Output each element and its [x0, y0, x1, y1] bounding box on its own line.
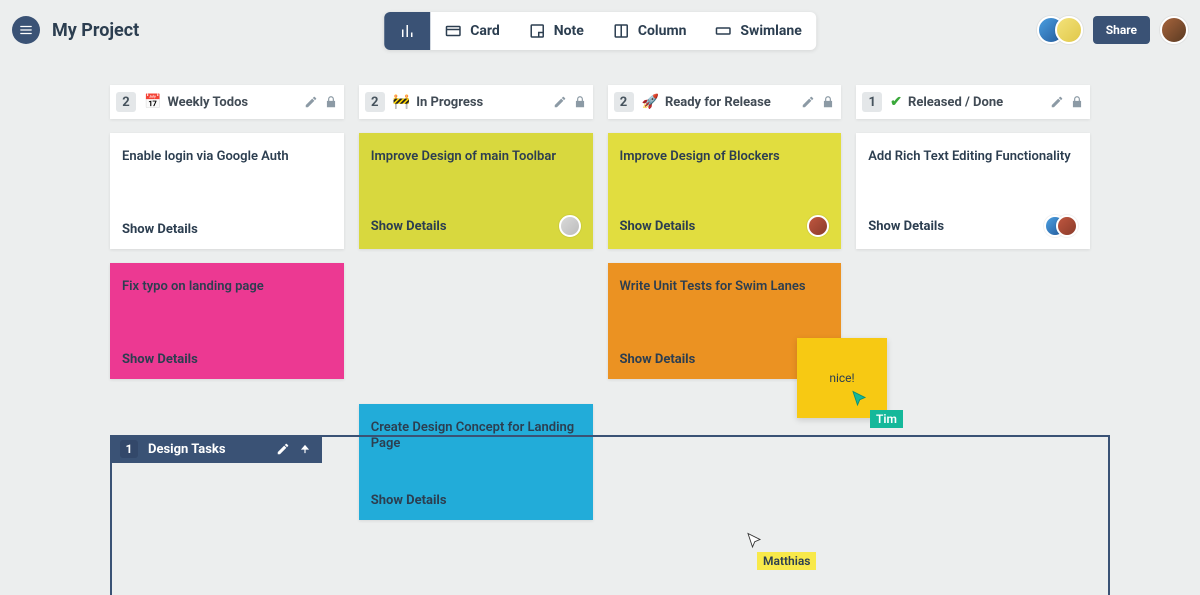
show-details-link[interactable]: Show Details: [868, 219, 944, 234]
construction-icon: 🚧: [393, 94, 410, 110]
column-title-text: Weekly Todos: [167, 95, 248, 110]
cursor-icon: [850, 390, 868, 408]
column-title: 🚧 In Progress: [393, 94, 545, 110]
lock-icon[interactable]: [573, 95, 587, 109]
column-actions: [553, 95, 587, 109]
show-details-link[interactable]: Show Details: [371, 493, 447, 508]
current-user-avatar[interactable]: [1160, 16, 1188, 44]
lock-icon[interactable]: [1070, 95, 1084, 109]
column-title-text: Ready for Release: [665, 95, 771, 110]
column-title-text: In Progress: [416, 95, 483, 110]
edit-icon[interactable]: [304, 95, 318, 109]
share-button[interactable]: Share: [1093, 16, 1150, 44]
card[interactable]: Improve Design of main Toolbar Show Deta…: [359, 133, 593, 249]
column-header[interactable]: 2 🚀 Ready for Release: [608, 85, 842, 119]
column-actions: [304, 95, 338, 109]
toolbar-note[interactable]: Note: [514, 12, 598, 50]
cursor-icon: [745, 532, 763, 550]
swimlane-title: Design Tasks: [148, 442, 226, 457]
column-header[interactable]: 2 📅 Weekly Todos: [110, 85, 344, 119]
column-ready-for-release: 2 🚀 Ready for Release Improve Design of …: [608, 85, 842, 520]
view-toolbar: Card Note Column Swimlane: [384, 12, 816, 50]
column-count: 2: [614, 92, 634, 112]
card-title: Add Rich Text Editing Functionality: [868, 149, 1078, 165]
collaborator-avatars[interactable]: [1037, 16, 1083, 44]
edit-icon[interactable]: [276, 442, 290, 456]
toolbar-card-label: Card: [470, 23, 500, 39]
column-actions: [1050, 95, 1084, 109]
lock-icon[interactable]: [324, 95, 338, 109]
column-count: 2: [365, 92, 385, 112]
lock-icon[interactable]: [821, 95, 835, 109]
card[interactable]: Improve Design of Blockers Show Details: [608, 133, 842, 249]
toolbar-column[interactable]: Column: [598, 12, 701, 50]
column-title: 🚀 Ready for Release: [642, 94, 794, 110]
column-released-done: 1 ✔ Released / Done Add Rich Text Editin…: [856, 85, 1090, 520]
cursor-tim: Tim: [850, 390, 903, 428]
column-title: ✔ Released / Done: [890, 94, 1042, 110]
card-title: Write Unit Tests for Swim Lanes: [620, 279, 830, 295]
chart-icon: [398, 22, 416, 40]
cursor-label: Tim: [870, 410, 903, 428]
card-title: Fix typo on landing page: [122, 279, 332, 295]
edit-icon[interactable]: [1050, 95, 1064, 109]
cursor-label: Matthias: [757, 552, 816, 570]
card[interactable]: Add Rich Text Editing Functionality Show…: [856, 133, 1090, 249]
column-title-text: Released / Done: [908, 95, 1003, 110]
show-details-link[interactable]: Show Details: [122, 352, 198, 367]
check-icon: ✔: [890, 94, 902, 110]
show-details-link[interactable]: Show Details: [371, 219, 447, 234]
edit-icon[interactable]: [553, 95, 567, 109]
column-actions: [801, 95, 835, 109]
avatar: [1055, 16, 1083, 44]
note-text: nice!: [829, 371, 854, 385]
column-title: 📅 Weekly Todos: [144, 94, 296, 110]
assignee-avatar[interactable]: [807, 215, 829, 237]
top-bar: My Project Card Note Column Swimlane Sha…: [0, 0, 1200, 60]
card-title: Enable login via Google Auth: [122, 149, 332, 165]
card-title: Create Design Concept for Landing Page: [371, 420, 581, 453]
menu-button[interactable]: [12, 16, 40, 44]
card-title: Improve Design of Blockers: [620, 149, 830, 165]
toolbar-swimlane-label: Swimlane: [740, 23, 801, 39]
show-details-link[interactable]: Show Details: [122, 222, 198, 237]
move-icon[interactable]: [298, 442, 312, 456]
card-title: Improve Design of main Toolbar: [371, 149, 581, 165]
calendar-icon: 📅: [144, 94, 161, 110]
column-header[interactable]: 2 🚧 In Progress: [359, 85, 593, 119]
column-header[interactable]: 1 ✔ Released / Done: [856, 85, 1090, 119]
assignee-avatar[interactable]: [559, 215, 581, 237]
rocket-icon: 🚀: [642, 94, 659, 110]
toolbar-card[interactable]: Card: [430, 12, 514, 50]
column-in-progress: 2 🚧 In Progress Improve Design of main T…: [359, 85, 593, 520]
note-icon: [528, 22, 546, 40]
card[interactable]: Create Design Concept for Landing Page S…: [359, 404, 593, 520]
swimlane-actions: [276, 442, 312, 456]
show-details-link[interactable]: Show Details: [620, 219, 696, 234]
cursor-matthias: Matthias: [745, 532, 816, 570]
column-icon: [612, 22, 630, 40]
swimlane-count: 1: [120, 440, 138, 458]
project-title[interactable]: My Project: [52, 20, 139, 41]
topbar-right: Share: [1037, 16, 1188, 44]
card[interactable]: Enable login via Google Auth Show Detail…: [110, 133, 344, 249]
edit-icon[interactable]: [801, 95, 815, 109]
card-icon: [444, 22, 462, 40]
swimlane-icon: [714, 22, 732, 40]
swimlane-header[interactable]: 1 Design Tasks: [110, 435, 322, 463]
toolbar-chart[interactable]: [384, 12, 430, 50]
show-details-link[interactable]: Show Details: [620, 352, 696, 367]
column-count: 2: [116, 92, 136, 112]
toolbar-swimlane[interactable]: Swimlane: [700, 12, 815, 50]
toolbar-column-label: Column: [638, 23, 687, 39]
hamburger-icon: [19, 23, 33, 37]
toolbar-note-label: Note: [554, 23, 584, 39]
card[interactable]: Fix typo on landing page Show Details: [110, 263, 344, 379]
column-count: 1: [862, 92, 882, 112]
assignee-avatar[interactable]: [1056, 215, 1078, 237]
